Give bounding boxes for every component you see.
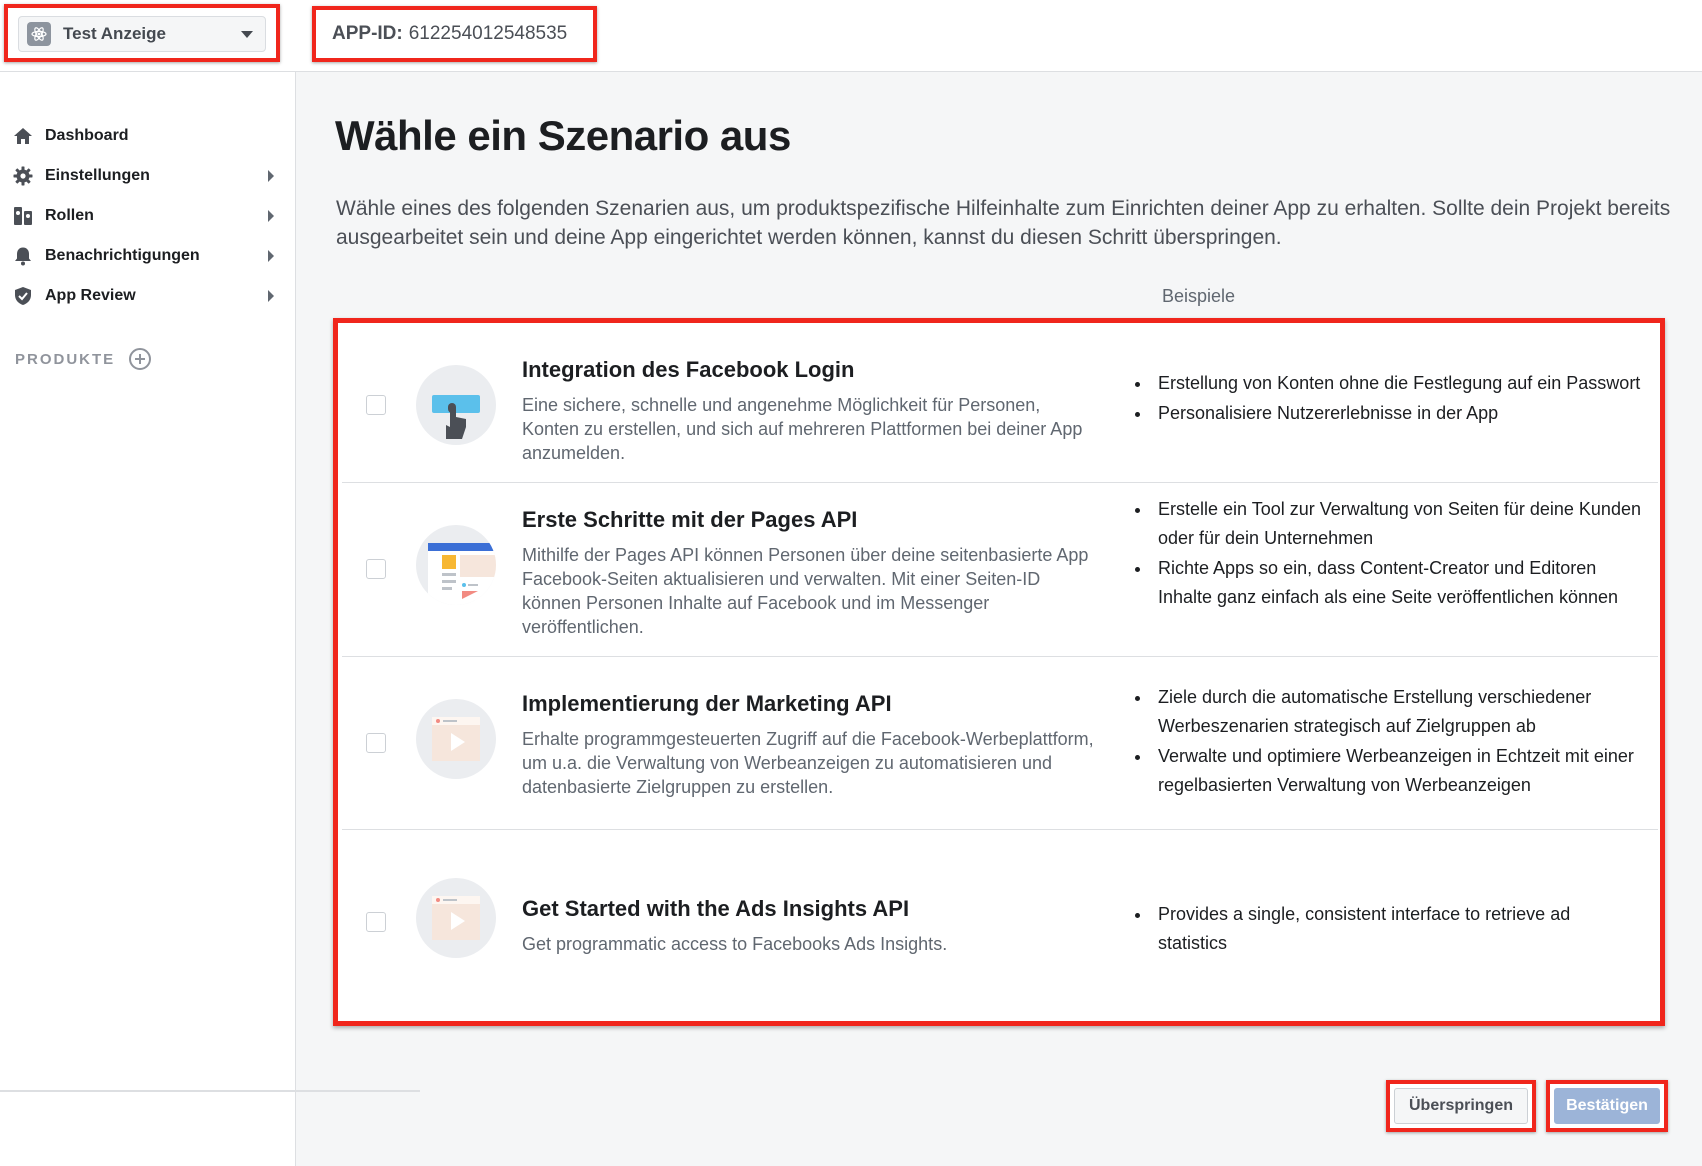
skip-button[interactable]: Überspringen bbox=[1394, 1088, 1528, 1124]
example-item: Personalisiere Nutzererlebnisse in der A… bbox=[1130, 399, 1642, 428]
page-intro: Wähle eines des folgenden Szenarien aus,… bbox=[336, 197, 1671, 249]
sidebar-item-benachrichtigungen[interactable]: Benachrichtigungen bbox=[12, 236, 278, 276]
app-id-value: 612254012548535 bbox=[408, 23, 568, 44]
example-item: Richte Apps so ein, dass Content-Creator… bbox=[1130, 554, 1642, 612]
app-name: Test Anzeige bbox=[63, 24, 166, 43]
chevron-right-icon bbox=[268, 290, 274, 302]
scenario-checkbox[interactable] bbox=[366, 395, 386, 415]
scenario-examples: Erstellung von Konten ohne die Festlegun… bbox=[1130, 369, 1642, 429]
sidebar-item-label: Einstellungen bbox=[45, 167, 150, 184]
chevron-right-icon bbox=[268, 210, 274, 222]
facebook-login-illustration bbox=[416, 365, 496, 445]
chevron-right-icon bbox=[268, 170, 274, 182]
app-atom-icon bbox=[27, 22, 51, 46]
top-bar: Test Anzeige APP-ID: 612254012548535 bbox=[0, 0, 1702, 72]
scenario-list: Integration des Facebook Login Eine sich… bbox=[333, 318, 1665, 1026]
pages-api-illustration bbox=[416, 525, 496, 605]
confirm-button[interactable]: Bestätigen bbox=[1554, 1088, 1660, 1124]
app-selector-dropdown[interactable]: Test Anzeige bbox=[18, 16, 266, 52]
sidebar-nav: Dashboard Einstellungen Rollen Benachric… bbox=[12, 116, 278, 316]
example-item: Verwalte und optimiere Werbeanzeigen in … bbox=[1130, 742, 1642, 800]
scenario-checkbox[interactable] bbox=[366, 559, 386, 579]
scenario-title: Get Started with the Ads Insights API bbox=[522, 896, 910, 921]
ads-insights-illustration bbox=[416, 878, 496, 958]
products-label: PRODUKTE bbox=[15, 350, 116, 368]
app-id-label: APP-ID: bbox=[332, 23, 403, 44]
sidebar-item-label: Benachrichtigungen bbox=[45, 247, 200, 264]
add-product-icon[interactable] bbox=[129, 348, 152, 370]
chevron-down-icon bbox=[241, 30, 253, 38]
scenario-description: Get programmatic access to Facebooks Ads… bbox=[522, 934, 948, 954]
scenario-checkbox[interactable] bbox=[366, 733, 386, 753]
app-id: APP-ID: 612254012548535 bbox=[312, 6, 597, 62]
scenario-examples: Ziele durch die automatische Erstellung … bbox=[1130, 683, 1642, 801]
scenario-description: Erhalte programmgesteuerten Zugriff auf … bbox=[522, 729, 1094, 797]
sidebar-item-einstellungen[interactable]: Einstellungen bbox=[12, 156, 278, 196]
chevron-right-icon bbox=[268, 250, 274, 262]
roles-icon bbox=[12, 205, 34, 227]
products-section: PRODUKTE bbox=[15, 348, 152, 370]
scenario-row-pages-api[interactable]: Erste Schritte mit der Pages API Mithilf… bbox=[342, 483, 1658, 657]
sidebar-item-label: Dashboard bbox=[45, 127, 129, 144]
scenario-examples: Erstelle ein Tool zur Verwaltung von Sei… bbox=[1130, 495, 1642, 613]
example-item: Erstelle ein Tool zur Verwaltung von Sei… bbox=[1130, 495, 1642, 553]
marketing-api-illustration bbox=[416, 699, 496, 779]
divider bbox=[0, 1090, 420, 1092]
sidebar-item-app-review[interactable]: App Review bbox=[12, 276, 278, 316]
scenario-row-facebook-login[interactable]: Integration des Facebook Login Eine sich… bbox=[342, 327, 1658, 483]
example-item: Ziele durch die automatische Erstellung … bbox=[1130, 683, 1642, 741]
scenario-row-ads-insights-api[interactable]: Get Started with the Ads Insights API Ge… bbox=[342, 830, 1658, 1019]
scenario-checkbox[interactable] bbox=[366, 912, 386, 932]
example-item: Provides a single, consistent interface … bbox=[1130, 900, 1642, 958]
sidebar: Dashboard Einstellungen Rollen Benachric… bbox=[0, 72, 296, 1166]
bell-icon bbox=[12, 245, 34, 267]
confirm-button-highlight: Bestätigen bbox=[1546, 1080, 1668, 1132]
example-item: Erstellung von Konten ohne die Festlegun… bbox=[1130, 369, 1642, 398]
skip-button-highlight: Überspringen bbox=[1386, 1080, 1536, 1132]
gear-icon bbox=[12, 165, 34, 187]
shield-check-icon bbox=[12, 285, 34, 307]
scenario-title: Erste Schritte mit der Pages API bbox=[522, 507, 858, 532]
sidebar-item-label: App Review bbox=[45, 287, 136, 304]
sidebar-item-label: Rollen bbox=[45, 207, 94, 224]
scenario-description: Eine sichere, schnelle und angenehme Mög… bbox=[522, 395, 1083, 463]
scenario-row-marketing-api[interactable]: Implementierung der Marketing API Erhalt… bbox=[342, 657, 1658, 830]
sidebar-item-rollen[interactable]: Rollen bbox=[12, 196, 278, 236]
examples-column-header: Beispiele bbox=[1162, 286, 1236, 306]
app-selector[interactable]: Test Anzeige bbox=[4, 4, 280, 62]
sidebar-item-dashboard[interactable]: Dashboard bbox=[12, 116, 278, 156]
scenario-title: Implementierung der Marketing API bbox=[522, 691, 892, 716]
scenario-description: Mithilfe der Pages API können Personen ü… bbox=[522, 545, 1089, 637]
page-title: Wähle ein Szenario aus bbox=[335, 112, 791, 159]
home-icon bbox=[12, 125, 34, 147]
scenario-examples: Provides a single, consistent interface … bbox=[1130, 900, 1642, 959]
scenario-title: Integration des Facebook Login bbox=[522, 357, 855, 382]
